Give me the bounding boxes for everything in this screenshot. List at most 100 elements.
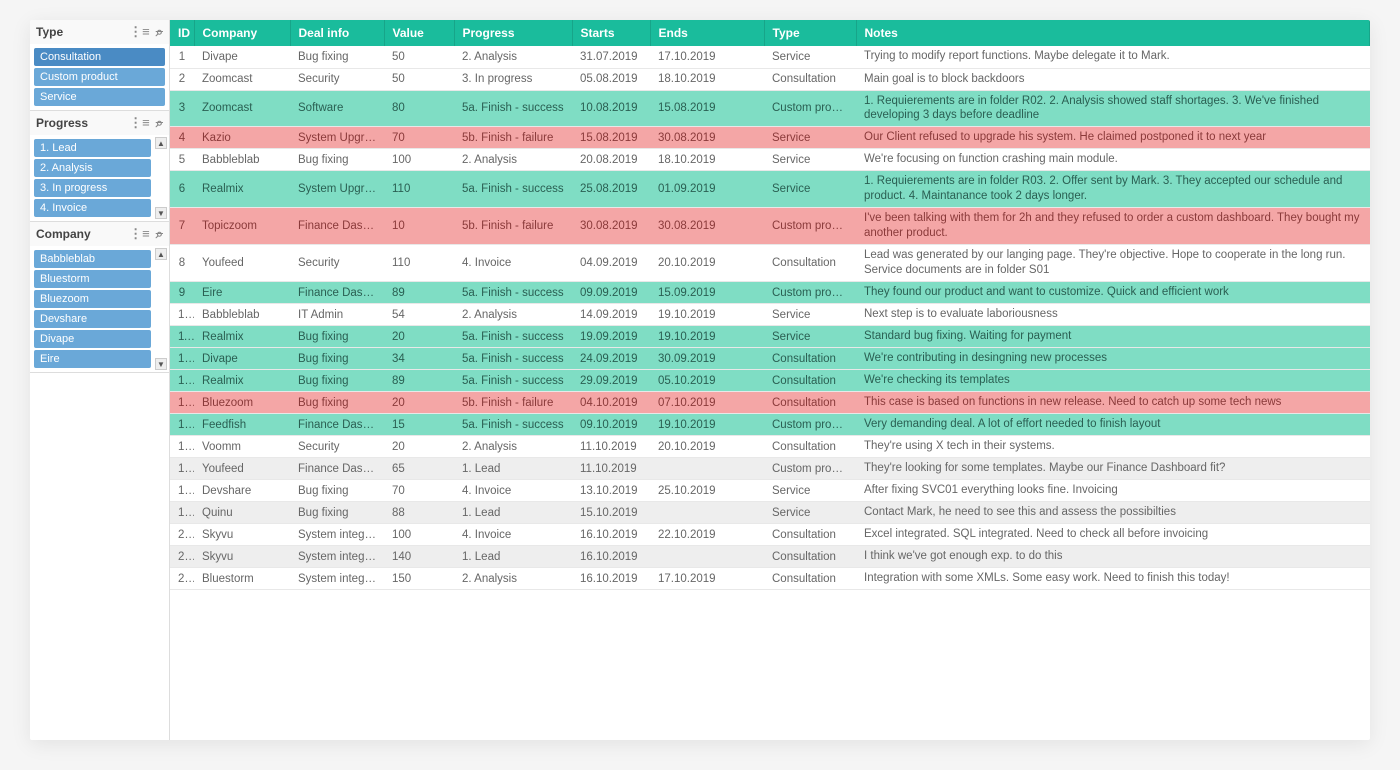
table-row[interactable]: 1DivapeBug fixing502. Analysis31.07.2019…: [170, 46, 1370, 68]
scroll-up-icon[interactable]: ▲: [155, 248, 167, 260]
cell-ends: 17.10.2019: [650, 46, 764, 68]
filter-items: Babbleblab Bluestorm Bluezoom Devshare Divap…: [30, 246, 169, 372]
table-row[interactable]: 4KazioSystem Upgrade705b. Finish - failu…: [170, 127, 1370, 149]
cell-notes: After fixing SVC01 everything looks fine…: [856, 480, 1370, 502]
table-row[interactable]: 11RealmixBug fixing205a. Finish - succes…: [170, 326, 1370, 348]
filter-item[interactable]: Babbleblab: [34, 250, 151, 268]
cell-progress: 5a. Finish - success: [454, 326, 572, 348]
scroll-down-icon[interactable]: ▼: [155, 207, 167, 219]
table-row[interactable]: 16VoommSecurity202. Analysis11.10.201920…: [170, 436, 1370, 458]
table-row[interactable]: 8YoufeedSecurity1104. Invoice04.09.20192…: [170, 245, 1370, 282]
cell-ends: [650, 502, 764, 524]
cell-value: 140: [384, 546, 454, 568]
filter-section: Progress⋮≡⌕1. Lead2. Analysis3. In progr…: [30, 111, 169, 222]
table-header-row: IDCompanyDeal infoValueProgressStartsEnd…: [170, 20, 1370, 46]
cell-value: 50: [384, 68, 454, 90]
filter-item[interactable]: Devshare: [34, 310, 151, 328]
cell-starts: 24.09.2019: [572, 348, 650, 370]
column-header[interactable]: Deal info: [290, 20, 384, 46]
filter-item[interactable]: 2. Analysis: [34, 159, 151, 177]
column-header[interactable]: Company: [194, 20, 290, 46]
table-row[interactable]: 10BabbleblabIT Admin542. Analysis14.09.2…: [170, 304, 1370, 326]
list-icon[interactable]: ⋮≡: [129, 24, 150, 40]
clear-filter-icon[interactable]: ⌕: [156, 226, 163, 242]
cell-progress: 2. Analysis: [454, 436, 572, 458]
list-icon[interactable]: ⋮≡: [129, 115, 150, 131]
table-row[interactable]: 15FeedfishFinance Dashboa155a. Finish - …: [170, 414, 1370, 436]
filter-item[interactable]: Divape: [34, 330, 151, 348]
column-header[interactable]: Notes: [856, 20, 1370, 46]
cell-value: 20: [384, 392, 454, 414]
cell-type: Service: [764, 149, 856, 171]
cell-notes: We're contributing in desingning new pro…: [856, 348, 1370, 370]
filter-item[interactable]: 3. In progress: [34, 179, 151, 197]
column-header[interactable]: Type: [764, 20, 856, 46]
cell-deal: System integratio: [290, 568, 384, 590]
cell-company: Skyvu: [194, 546, 290, 568]
deals-table: IDCompanyDeal infoValueProgressStartsEnd…: [170, 20, 1370, 590]
column-header[interactable]: Starts: [572, 20, 650, 46]
cell-value: 15: [384, 414, 454, 436]
cell-progress: 5a. Finish - success: [454, 370, 572, 392]
table-row[interactable]: 19QuinuBug fixing881. Lead15.10.2019Serv…: [170, 502, 1370, 524]
cell-deal: System Upgrade: [290, 171, 384, 208]
filter-sidebar: Type⋮≡⌕ConsultationCustom productService…: [30, 20, 170, 740]
cell-deal: Finance Dashboa: [290, 208, 384, 245]
cell-id: 12: [170, 348, 194, 370]
cell-starts: 29.09.2019: [572, 370, 650, 392]
table-row[interactable]: 21SkyvuSystem integratio1401. Lead16.10.…: [170, 546, 1370, 568]
cell-notes: We're focusing on function crashing main…: [856, 149, 1370, 171]
filter-item[interactable]: Consultation: [34, 48, 165, 66]
cell-id: 6: [170, 171, 194, 208]
cell-deal: Security: [290, 436, 384, 458]
cell-starts: 15.08.2019: [572, 127, 650, 149]
cell-deal: Bug fixing: [290, 46, 384, 68]
cell-type: Consultation: [764, 245, 856, 282]
cell-type: Consultation: [764, 568, 856, 590]
table-row[interactable]: 17YoufeedFinance Dashboa651. Lead11.10.2…: [170, 458, 1370, 480]
list-icon[interactable]: ⋮≡: [129, 226, 150, 242]
filter-item[interactable]: Bluezoom: [34, 290, 151, 308]
filter-item[interactable]: Bluestorm: [34, 270, 151, 288]
cell-starts: 04.09.2019: [572, 245, 650, 282]
cell-deal: System integratio: [290, 546, 384, 568]
filter-item[interactable]: 4. Invoice: [34, 199, 151, 217]
cell-deal: Finance Dashboa: [290, 414, 384, 436]
table-row[interactable]: 9EireFinance Dashboa895a. Finish - succe…: [170, 282, 1370, 304]
table-row[interactable]: 14BluezoomBug fixing205b. Finish - failu…: [170, 392, 1370, 414]
cell-deal: Bug fixing: [290, 480, 384, 502]
filter-item[interactable]: Custom product: [34, 68, 165, 86]
filter-item[interactable]: Eire: [34, 350, 151, 368]
table-row[interactable]: 18DevshareBug fixing704. Invoice13.10.20…: [170, 480, 1370, 502]
cell-company: Kazio: [194, 127, 290, 149]
table-row[interactable]: 5BabbleblabBug fixing1002. Analysis20.08…: [170, 149, 1370, 171]
table-row[interactable]: 20SkyvuSystem integratio1004. Invoice16.…: [170, 524, 1370, 546]
scroll-down-icon[interactable]: ▼: [155, 358, 167, 370]
clear-filter-icon[interactable]: ⌕: [156, 115, 163, 131]
table-row[interactable]: 3ZoomcastSoftware805a. Finish - success1…: [170, 90, 1370, 127]
cell-id: 14: [170, 392, 194, 414]
table-row[interactable]: 22BluestormSystem integratio1502. Analys…: [170, 568, 1370, 590]
table-row[interactable]: 7TopiczoomFinance Dashboa105b. Finish - …: [170, 208, 1370, 245]
cell-notes: Main goal is to block backdoors: [856, 68, 1370, 90]
cell-type: Service: [764, 46, 856, 68]
filter-item[interactable]: 1. Lead: [34, 139, 151, 157]
table-row[interactable]: 6RealmixSystem Upgrade1105a. Finish - su…: [170, 171, 1370, 208]
table-row[interactable]: 2ZoomcastSecurity503. In progress05.08.2…: [170, 68, 1370, 90]
app-window: Type ⋮≡ ⌕ Consultation Custom product Service…: [30, 20, 1370, 740]
column-header[interactable]: Value: [384, 20, 454, 46]
table-row[interactable]: 12DivapeBug fixing345a. Finish - success…: [170, 348, 1370, 370]
cell-starts: 11.10.2019: [572, 458, 650, 480]
scroll-up-icon[interactable]: ▲: [155, 137, 167, 149]
cell-company: Babbleblab: [194, 304, 290, 326]
cell-company: Eire: [194, 282, 290, 304]
column-header[interactable]: Ends: [650, 20, 764, 46]
column-header[interactable]: Progress: [454, 20, 572, 46]
filter-item[interactable]: Service: [34, 88, 165, 106]
cell-id: 20: [170, 524, 194, 546]
table-row[interactable]: 13RealmixBug fixing895a. Finish - succes…: [170, 370, 1370, 392]
column-header[interactable]: ID: [170, 20, 194, 46]
filter-title: Company: [36, 227, 91, 241]
cell-progress: 5a. Finish - success: [454, 348, 572, 370]
clear-filter-icon[interactable]: ⌕: [156, 24, 163, 40]
